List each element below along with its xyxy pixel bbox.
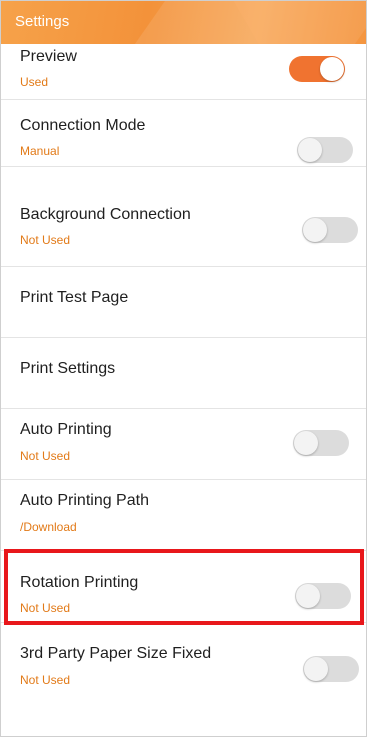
setting-status: Not Used xyxy=(20,233,71,247)
setting-status: Manual xyxy=(20,144,60,158)
toggle-knob xyxy=(303,218,327,242)
setting-print-test-page[interactable]: Print Test Page xyxy=(1,267,366,338)
toggle-knob xyxy=(294,431,318,455)
auto-printing-toggle[interactable] xyxy=(293,430,349,456)
setting-status: /Download xyxy=(20,520,77,534)
setting-status: Not Used xyxy=(20,449,71,463)
setting-auto-printing-path[interactable]: Auto Printing Path /Download xyxy=(1,480,366,551)
setting-title: Preview xyxy=(20,48,77,65)
connection-mode-toggle[interactable] xyxy=(297,137,353,163)
toggle-knob xyxy=(298,138,322,162)
setting-auto-printing[interactable]: Auto Printing Not Used xyxy=(1,409,366,480)
setting-title: Background Connection xyxy=(20,206,191,223)
setting-background-connection[interactable]: Background Connection Not Used xyxy=(1,167,366,267)
setting-print-settings[interactable]: Print Settings xyxy=(1,338,366,409)
rotation-printing-toggle[interactable] xyxy=(295,583,351,609)
setting-title: Connection Mode xyxy=(20,117,146,134)
toggle-knob xyxy=(320,57,344,81)
page-title: Settings xyxy=(15,13,70,30)
setting-title: Print Settings xyxy=(20,360,116,377)
setting-rotation-printing[interactable]: Rotation Printing Not Used xyxy=(1,551,366,623)
setting-3rd-party-paper-size[interactable]: 3rd Party Paper Size Fixed Not Used xyxy=(1,623,366,703)
toggle-knob xyxy=(296,584,320,608)
setting-title: 3rd Party Paper Size Fixed xyxy=(20,645,212,662)
setting-status: Used xyxy=(20,75,49,89)
background-connection-toggle[interactable] xyxy=(302,217,358,243)
setting-connection-mode[interactable]: Connection Mode Manual xyxy=(1,100,366,167)
app-header: Settings xyxy=(1,1,366,44)
setting-title: Print Test Page xyxy=(20,289,129,306)
paper-size-fixed-toggle[interactable] xyxy=(303,656,359,682)
setting-title: Rotation Printing xyxy=(20,574,139,591)
preview-toggle[interactable] xyxy=(289,56,345,82)
setting-status: Not Used xyxy=(20,673,71,687)
toggle-knob xyxy=(304,657,328,681)
settings-screen: Settings Preview Used Connection Mode Ma… xyxy=(0,0,367,737)
settings-list: Preview Used Connection Mode Manual Back… xyxy=(1,44,366,703)
setting-title: Auto Printing xyxy=(20,421,112,438)
setting-preview[interactable]: Preview Used xyxy=(1,44,366,100)
setting-title: Auto Printing Path xyxy=(20,492,149,509)
setting-status: Not Used xyxy=(20,601,71,615)
